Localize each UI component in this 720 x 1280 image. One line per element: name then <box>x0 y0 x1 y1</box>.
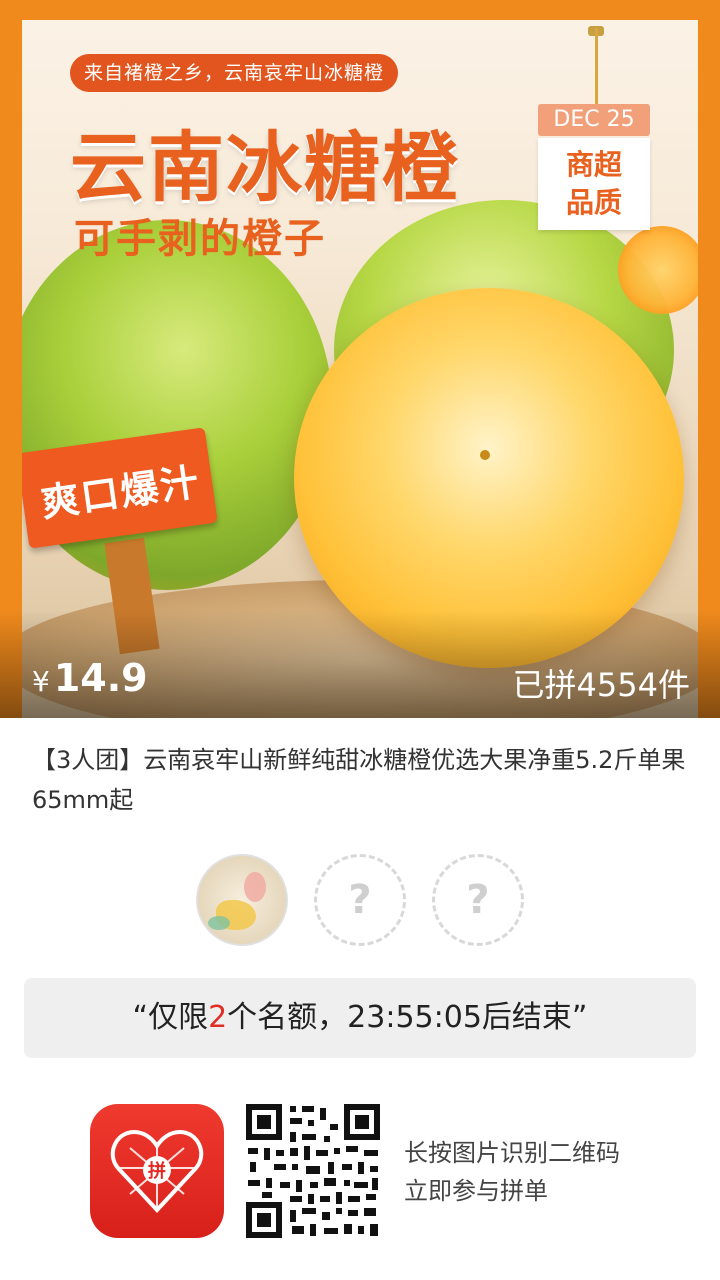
quality-line2: 品质 <box>565 186 622 219</box>
quality-line1: 商超 <box>565 148 622 181</box>
origin-tag: 来自褚橙之乡，云南哀牢山冰糖橙 <box>70 54 399 92</box>
avatar[interactable] <box>196 854 288 946</box>
qr-code[interactable] <box>246 1104 380 1238</box>
heart-logo-icon: 拼 <box>110 1129 204 1213</box>
pinduoduo-logo-icon: 拼 <box>90 1104 224 1238</box>
qr-line2: 立即参与拼单 <box>404 1177 548 1205</box>
quota-notice: “仅限2个名额，23:55:05后结束” <box>24 978 696 1058</box>
sign-text: 爽口爆汁 <box>38 459 203 526</box>
logo-char: 拼 <box>148 1160 166 1182</box>
qr-instructions: 长按图片识别二维码 立即参与拼单 <box>404 1134 620 1210</box>
notice-suffix: 个名额，23:55:05后结束” <box>227 1000 588 1035</box>
date-tag: DEC 25 <box>538 104 650 136</box>
price-label: ¥14.9 <box>32 656 148 700</box>
product-title[interactable]: 【3人团】云南哀牢山新鲜纯甜冰糖橙优选大果净重5.2斤单果65mm起 <box>32 740 692 820</box>
orange-slice-icon <box>618 226 698 314</box>
empty-slot-question-icon[interactable]: ? <box>432 854 524 946</box>
notice-prefix: “仅限 <box>132 1000 209 1035</box>
avatar-drawing <box>244 872 266 902</box>
qr-code-icon <box>246 1104 380 1238</box>
currency-symbol: ¥ <box>32 665 50 698</box>
sold-count: 已拼4554件 <box>512 666 690 704</box>
product-hero-image[interactable]: 来自褚橙之乡，云南哀牢山冰糖橙 云南冰糖橙 可手剥的橙子 DEC 25 商超 品… <box>0 0 720 718</box>
avatar-drawing <box>208 916 230 930</box>
price-value: 14.9 <box>53 656 148 700</box>
quality-card: 商超 品质 <box>538 138 650 230</box>
hero-subtitle: 可手剥的橙子 <box>74 216 326 262</box>
notice-count: 2 <box>208 1000 228 1035</box>
hang-string <box>595 28 598 108</box>
hero-title: 云南冰糖橙 <box>70 123 460 212</box>
group-members: ? ? <box>0 854 720 952</box>
empty-slot-question-icon[interactable]: ? <box>314 854 406 946</box>
qr-line1: 长按图片识别二维码 <box>404 1139 620 1167</box>
